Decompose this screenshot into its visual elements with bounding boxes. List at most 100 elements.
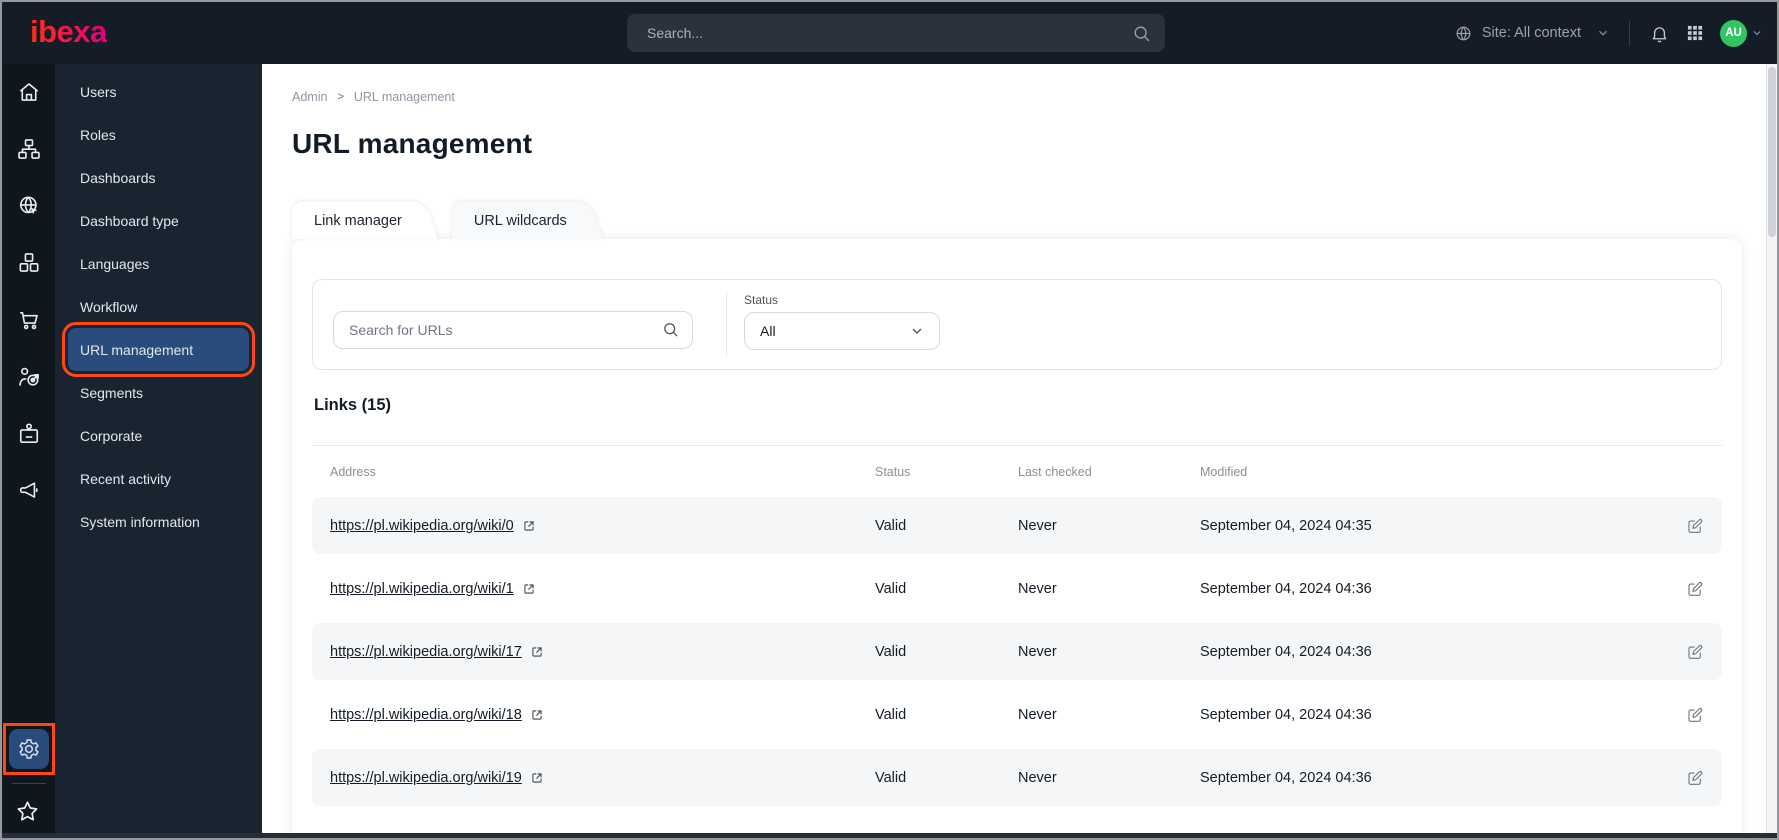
marketing-megaphone-icon[interactable] [14, 476, 44, 506]
page-scrollbar[interactable] [1766, 64, 1777, 838]
search-icon [661, 320, 680, 339]
global-search-input[interactable] [627, 14, 1165, 52]
breadcrumb: Admin > URL management [292, 90, 1766, 104]
status-value: Valid [875, 769, 907, 786]
url-link[interactable]: https://pl.wikipedia.org/wiki/18 [330, 707, 522, 723]
modified-value: September 04, 2024 04:35 [1200, 517, 1372, 534]
icon-rail [2, 64, 55, 838]
links-heading: Links (15) [314, 396, 392, 414]
table-row: https://pl.wikipedia.org/wiki/0 Valid Ne… [312, 497, 1722, 554]
breadcrumb-separator: > [337, 91, 344, 103]
sidebar-item-dashboard-type[interactable]: Dashboard type [68, 199, 249, 242]
sidebar-item-system-information[interactable]: System information [68, 500, 249, 543]
column-address: Address [330, 464, 376, 479]
sidebar-item-recent-activity[interactable]: Recent activity [68, 457, 249, 500]
scrollbar-thumb[interactable] [1768, 67, 1776, 237]
topbar-actions: Site: All context AU [1454, 2, 1763, 64]
rail-divider [11, 783, 46, 784]
sidebar-item-segments[interactable]: Segments [68, 371, 249, 414]
rail-bottom [2, 723, 55, 838]
annotation-highlight-settings [2, 723, 55, 775]
avatar: AU [1720, 19, 1747, 47]
home-icon[interactable] [14, 77, 44, 107]
status-value: Valid [875, 517, 907, 534]
notifications-bell-icon[interactable] [1649, 23, 1670, 44]
external-link-icon [522, 519, 536, 533]
table-header: Address Status Last checked Modified [312, 445, 1722, 497]
chevron-down-icon [909, 323, 925, 339]
url-link[interactable]: https://pl.wikipedia.org/wiki/19 [330, 770, 522, 786]
column-modified: Modified [1200, 464, 1248, 479]
column-last-checked: Last checked [1018, 464, 1092, 479]
sidebar-item-workflow[interactable]: Workflow [68, 285, 249, 328]
status-value: Valid [875, 643, 907, 660]
edit-icon[interactable] [1686, 580, 1704, 598]
user-menu[interactable]: AU [1720, 19, 1763, 47]
tabs: Link manager URL wildcards [292, 202, 1766, 239]
last-checked-value: Never [1018, 643, 1057, 660]
site-context-selector[interactable]: Site: All context [1454, 24, 1610, 43]
sidebar-item-roles[interactable]: Roles [68, 113, 249, 156]
edit-icon[interactable] [1686, 769, 1704, 787]
url-search [333, 293, 693, 369]
edit-icon[interactable] [1686, 643, 1704, 661]
breadcrumb-admin[interactable]: Admin [292, 90, 327, 104]
status-select[interactable]: All [744, 312, 940, 350]
site-context-label: Site: All context [1481, 25, 1581, 41]
url-link[interactable]: https://pl.wikipedia.org/wiki/0 [330, 518, 514, 534]
window-bottom-edge [2, 833, 1777, 838]
engage-target-icon[interactable] [14, 362, 44, 392]
status-value: Valid [875, 706, 907, 723]
table-row: https://pl.wikipedia.org/wiki/18 Valid N… [312, 686, 1722, 743]
link-manager-panel: Status All Links (15) Address Status Las… [292, 239, 1742, 838]
status-value: All [760, 323, 776, 339]
products-boxes-icon[interactable] [14, 248, 44, 278]
edit-icon[interactable] [1686, 706, 1704, 724]
sidebar-item-dashboards[interactable]: Dashboards [68, 156, 249, 199]
topbar-divider [1629, 20, 1630, 46]
settings-gear-icon[interactable] [8, 729, 49, 769]
tab-link-manager[interactable]: Link manager [292, 202, 418, 239]
links-table-body: https://pl.wikipedia.org/wiki/0 Valid Ne… [312, 497, 1722, 806]
sidebar-item-users[interactable]: Users [68, 70, 249, 113]
breadcrumb-current: URL management [353, 90, 455, 104]
sidebar-item-languages[interactable]: Languages [68, 242, 249, 285]
tab-url-wildcards[interactable]: URL wildcards [451, 202, 583, 239]
content-tree-icon[interactable] [14, 134, 44, 164]
external-link-icon [530, 708, 544, 722]
corporate-badge-icon[interactable] [14, 419, 44, 449]
table-row: https://pl.wikipedia.org/wiki/17 Valid N… [312, 623, 1722, 680]
last-checked-value: Never [1018, 769, 1057, 786]
url-link[interactable]: https://pl.wikipedia.org/wiki/17 [330, 644, 522, 660]
site-globe-icon[interactable] [14, 191, 44, 221]
app-grid-icon[interactable] [1685, 23, 1705, 43]
page-title: URL management [292, 128, 533, 159]
column-status: Status [875, 464, 911, 479]
last-checked-value: Never [1018, 580, 1057, 597]
ibexa-logo: ibexa [30, 14, 107, 49]
sidebar-item-corporate[interactable]: Corporate [68, 414, 249, 457]
external-link-icon [522, 582, 536, 596]
table-row: https://pl.wikipedia.org/wiki/19 Valid N… [312, 749, 1722, 806]
status-label: Status [744, 293, 779, 307]
status-value: Valid [875, 580, 907, 597]
sidebar-item-url-management[interactable]: URL management [62, 322, 255, 377]
url-search-input[interactable] [333, 311, 693, 349]
chevron-down-icon [1596, 26, 1610, 40]
commerce-cart-icon[interactable] [14, 305, 44, 335]
app-window: ibexa Site: All context [0, 0, 1779, 840]
modified-value: September 04, 2024 04:36 [1200, 643, 1372, 660]
bookmarks-star-icon[interactable] [14, 796, 44, 826]
edit-icon[interactable] [1686, 517, 1704, 535]
modified-value: September 04, 2024 04:36 [1200, 580, 1372, 597]
main-content: Admin > URL management URL management Li… [262, 64, 1766, 838]
filter-bar: Status All [312, 279, 1722, 370]
url-link[interactable]: https://pl.wikipedia.org/wiki/1 [330, 581, 514, 597]
status-filter: Status All [744, 293, 940, 369]
modified-value: September 04, 2024 04:36 [1200, 706, 1372, 723]
chevron-down-icon [1751, 27, 1763, 39]
globe-icon [1454, 24, 1473, 43]
sidebar-menu: Users Roles Dashboards Dashboard type Langua… [55, 64, 262, 838]
modified-value: September 04, 2024 04:36 [1200, 769, 1372, 786]
filter-divider [726, 293, 727, 356]
